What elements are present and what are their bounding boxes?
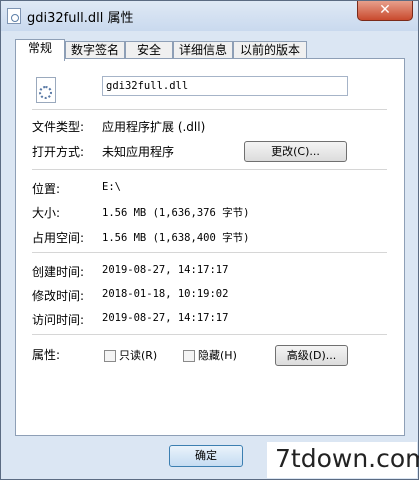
size-on-disk-value: 1.56 MB (1,638,400 字节)	[102, 232, 250, 244]
watermark: 7tdown.com	[267, 442, 419, 478]
properties-window: gdi32full.dll 属性 ✕ 常规 数字签名 安全 详细信息 以前的版本…	[0, 0, 419, 480]
window-title: gdi32full.dll 属性	[27, 11, 134, 26]
advanced-button[interactable]: 高级(D)...	[275, 345, 348, 366]
tab-security[interactable]: 安全	[125, 41, 173, 59]
separator	[32, 169, 387, 170]
title-bar[interactable]: gdi32full.dll 属性 ✕	[1, 1, 418, 31]
accessed-label: 访问时间:	[32, 313, 85, 327]
modified-label: 修改时间:	[32, 289, 85, 303]
general-tab-panel: gdi32full.dll 文件类型: 应用程序扩展 (.dll) 打开方式: …	[15, 58, 405, 436]
readonly-checkbox[interactable]	[104, 350, 116, 362]
size-value: 1.56 MB (1,636,376 字节)	[102, 207, 250, 219]
tab-digital-signatures[interactable]: 数字签名	[65, 41, 125, 59]
opens-with-label: 打开方式:	[32, 145, 85, 159]
accessed-value: 2019-08-27, 14:17:17	[102, 312, 229, 324]
dll-file-icon	[7, 8, 21, 24]
change-button[interactable]: 更改(C)...	[244, 141, 347, 162]
file-type-value: 应用程序扩展 (.dll)	[102, 120, 206, 134]
close-button[interactable]: ✕	[357, 1, 413, 21]
size-on-disk-label: 占用空间:	[32, 231, 85, 245]
dll-gear-icon	[36, 77, 56, 103]
file-name-field[interactable]: gdi32full.dll	[102, 76, 348, 96]
attributes-label: 属性:	[32, 348, 61, 362]
separator	[32, 252, 387, 253]
file-type-label: 文件类型:	[32, 120, 85, 134]
hidden-checkbox[interactable]	[183, 350, 195, 362]
opens-with-value: 未知应用程序	[102, 145, 175, 159]
ok-button[interactable]: 确定	[169, 445, 243, 467]
size-label: 大小:	[32, 206, 61, 220]
modified-value: 2018-01-18, 10:19:02	[102, 288, 229, 300]
tab-general[interactable]: 常规	[15, 39, 65, 61]
separator	[32, 109, 387, 110]
separator	[32, 334, 387, 335]
tab-details[interactable]: 详细信息	[173, 41, 233, 59]
watermark-text: 7tdown.com	[275, 444, 419, 473]
created-label: 创建时间:	[32, 265, 85, 279]
location-label: 位置:	[32, 182, 61, 196]
hidden-label: 隐藏(H)	[198, 349, 237, 362]
created-value: 2019-08-27, 14:17:17	[102, 264, 229, 276]
readonly-label: 只读(R)	[119, 349, 158, 362]
tab-previous-versions[interactable]: 以前的版本	[233, 41, 307, 59]
location-value: E:\	[102, 181, 121, 193]
